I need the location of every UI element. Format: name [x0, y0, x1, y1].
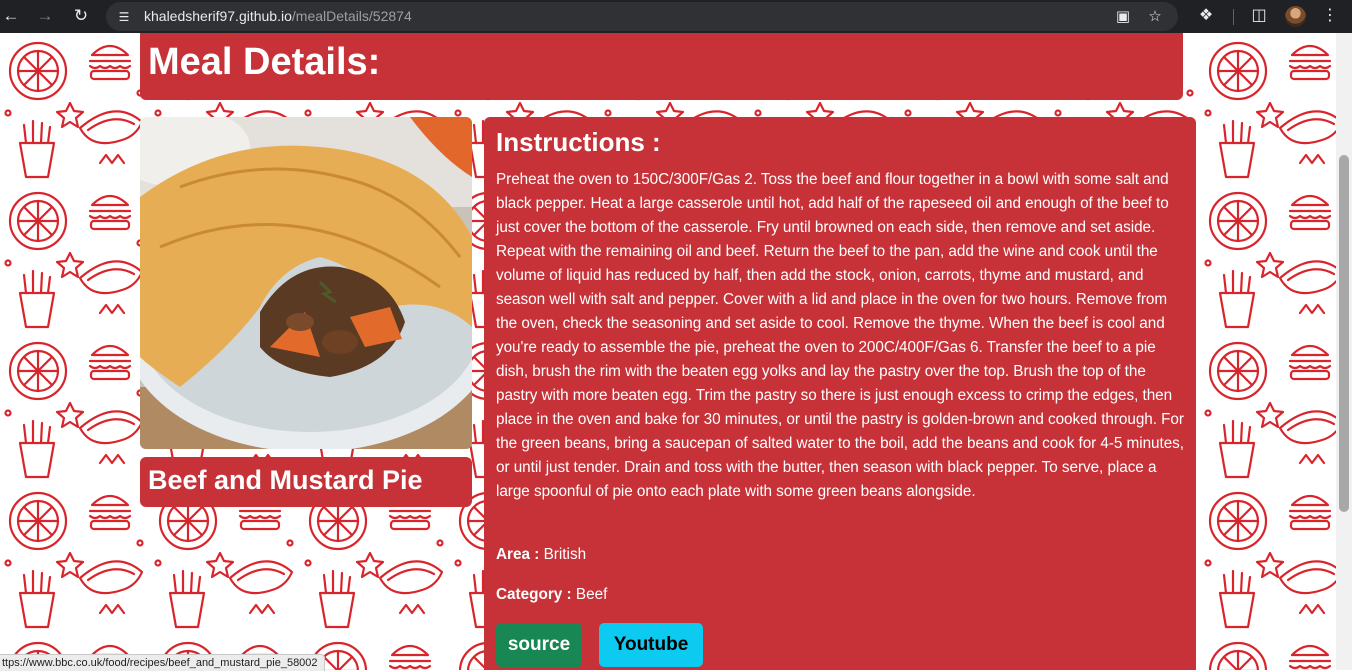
url-text: khaledsherif97.github.io/mealDetails/528… — [144, 8, 412, 24]
category-label: Category : — [496, 586, 572, 603]
forward-icon[interactable]: → — [34, 5, 56, 27]
scrollbar-thumb[interactable] — [1339, 155, 1349, 512]
meal-info-panel: Instructions : Preheat the oven to 150C/… — [484, 117, 1196, 670]
side-panel-icon[interactable]: ◫ — [1249, 6, 1269, 26]
pie-photo — [140, 117, 472, 449]
site-settings-icon[interactable]: ☰ — [116, 9, 132, 25]
area-value: British — [543, 546, 587, 563]
browser-toolbar: ← → ↻ ☰ khaledsherif97.github.io/mealDet… — [0, 0, 1352, 33]
page-scrollbar[interactable] — [1336, 33, 1352, 670]
category-row: Category : Beef — [496, 586, 607, 604]
url-host: khaledsherif97.github.io — [144, 8, 292, 24]
profile-avatar[interactable] — [1285, 6, 1306, 27]
install-app-icon[interactable]: ▣ — [1114, 8, 1132, 26]
meal-name-panel: Beef and Mustard Pie — [140, 457, 472, 507]
source-button[interactable]: source — [496, 623, 582, 667]
reload-icon[interactable]: ↻ — [70, 5, 92, 27]
page-viewport: Meal Details: Beef and Mustard Pie Instr… — [0, 33, 1336, 670]
area-label: Area : — [496, 546, 540, 563]
category-value: Beef — [575, 586, 608, 603]
instructions-text: Preheat the oven to 150C/300F/Gas 2. Tos… — [496, 171, 1184, 500]
menu-kebab-icon[interactable]: ⋮ — [1320, 6, 1340, 26]
url-path: /mealDetails/52874 — [291, 8, 412, 24]
instructions-heading: Instructions : — [496, 127, 661, 157]
back-icon[interactable]: ← — [0, 5, 22, 27]
area-row: Area : British — [496, 546, 586, 564]
extensions-icon[interactable]: ❖ — [1196, 6, 1216, 26]
page-header: Meal Details: — [140, 33, 1183, 100]
youtube-button[interactable]: Youtube — [599, 623, 703, 667]
page-title: Meal Details: — [148, 41, 381, 83]
address-bar[interactable]: ☰ khaledsherif97.github.io/mealDetails/5… — [106, 2, 1178, 31]
meal-name: Beef and Mustard Pie — [148, 465, 423, 495]
link-status-bar: ttps://www.bbc.co.uk/food/recipes/beef_a… — [0, 654, 325, 671]
meal-image — [140, 117, 472, 449]
toolbar-divider — [1233, 9, 1234, 25]
bookmark-star-icon[interactable]: ☆ — [1146, 8, 1164, 26]
